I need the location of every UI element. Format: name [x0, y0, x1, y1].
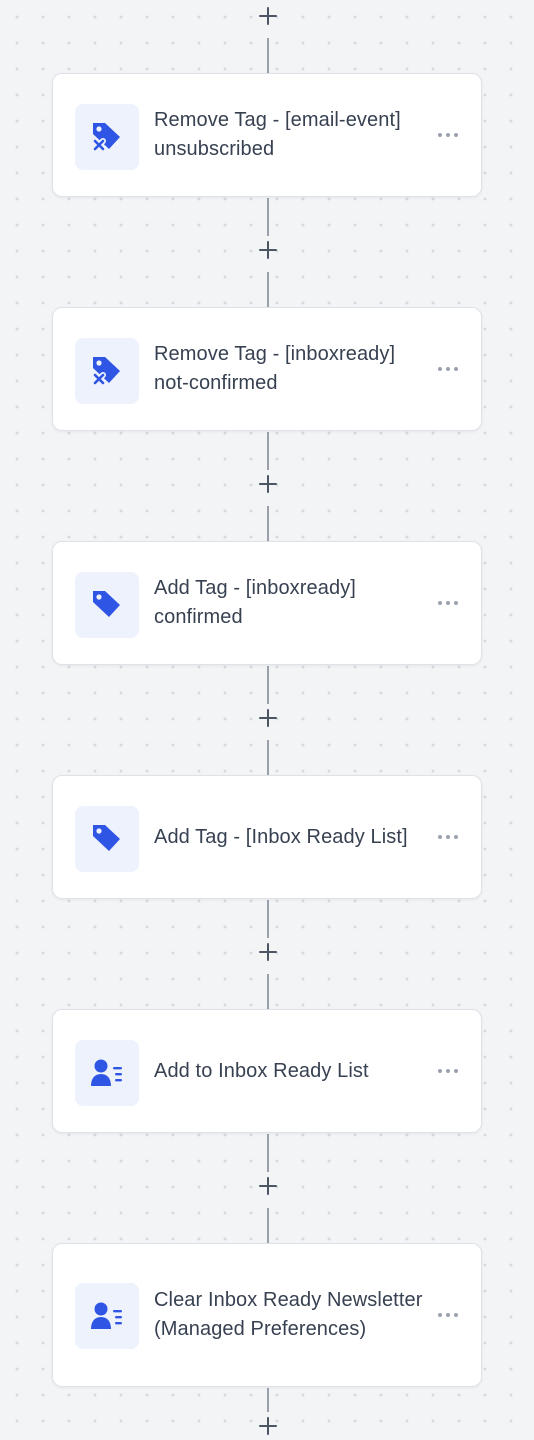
connector-line — [267, 1134, 269, 1172]
workflow-step-card[interactable]: Add Tag - [inboxready] confirmed — [52, 541, 482, 665]
more-options-icon[interactable] — [429, 1302, 467, 1328]
connector-line — [267, 1388, 269, 1412]
more-options-icon[interactable] — [429, 356, 467, 382]
connector-line — [267, 900, 269, 938]
add-step-button[interactable] — [254, 704, 282, 732]
plus-icon — [259, 241, 277, 259]
step-title: Add Tag - [inboxready] confirmed — [154, 577, 356, 628]
connector-line — [267, 272, 269, 308]
connector-line — [267, 740, 269, 776]
tag-remove-icon — [75, 338, 139, 404]
more-options-icon[interactable] — [429, 824, 467, 850]
tag-remove-icon — [75, 104, 139, 170]
user-list-icon — [75, 1283, 139, 1349]
more-options-icon[interactable] — [429, 590, 467, 616]
workflow-step-card[interactable]: Add Tag - [Inbox Ready List] — [52, 775, 482, 899]
tag-icon — [75, 806, 139, 872]
step-title: Add to Inbox Ready List — [154, 1059, 369, 1082]
tag-icon — [75, 572, 139, 638]
connector-line — [267, 974, 269, 1010]
add-step-button[interactable] — [254, 236, 282, 264]
workflow-canvas: Remove Tag - [email-event] unsubscribed … — [0, 0, 534, 1435]
step-title: Remove Tag - [email-event] unsubscribed — [154, 109, 401, 160]
plus-icon — [259, 475, 277, 493]
plus-icon — [259, 1177, 277, 1195]
connector-line — [267, 506, 269, 542]
workflow-step-card[interactable]: Add to Inbox Ready List — [52, 1009, 482, 1133]
add-step-button[interactable] — [254, 938, 282, 966]
plus-icon — [259, 1417, 277, 1435]
more-options-icon[interactable] — [429, 122, 467, 148]
connector-line — [267, 1208, 269, 1244]
plus-icon — [259, 7, 277, 25]
step-title: Remove Tag - [inboxready] not-confirmed — [154, 343, 396, 394]
add-step-button[interactable] — [254, 2, 282, 30]
user-list-icon — [75, 1040, 139, 1106]
step-title: Clear Inbox Ready Newsletter (Managed Pr… — [154, 1289, 423, 1340]
connector-line — [267, 198, 269, 236]
plus-icon — [259, 943, 277, 961]
workflow-step-card[interactable]: Remove Tag - [email-event] unsubscribed — [52, 73, 482, 197]
workflow-step-card[interactable]: Clear Inbox Ready Newsletter (Managed Pr… — [52, 1243, 482, 1387]
add-step-button[interactable] — [254, 1412, 282, 1440]
workflow-step-card[interactable]: Remove Tag - [inboxready] not-confirmed — [52, 307, 482, 431]
add-step-button[interactable] — [254, 470, 282, 498]
connector-line — [267, 38, 269, 74]
connector-line — [267, 432, 269, 470]
step-title: Add Tag - [Inbox Ready List] — [154, 825, 408, 848]
add-step-button[interactable] — [254, 1172, 282, 1200]
plus-icon — [259, 709, 277, 727]
connector-line — [267, 666, 269, 704]
more-options-icon[interactable] — [429, 1058, 467, 1084]
